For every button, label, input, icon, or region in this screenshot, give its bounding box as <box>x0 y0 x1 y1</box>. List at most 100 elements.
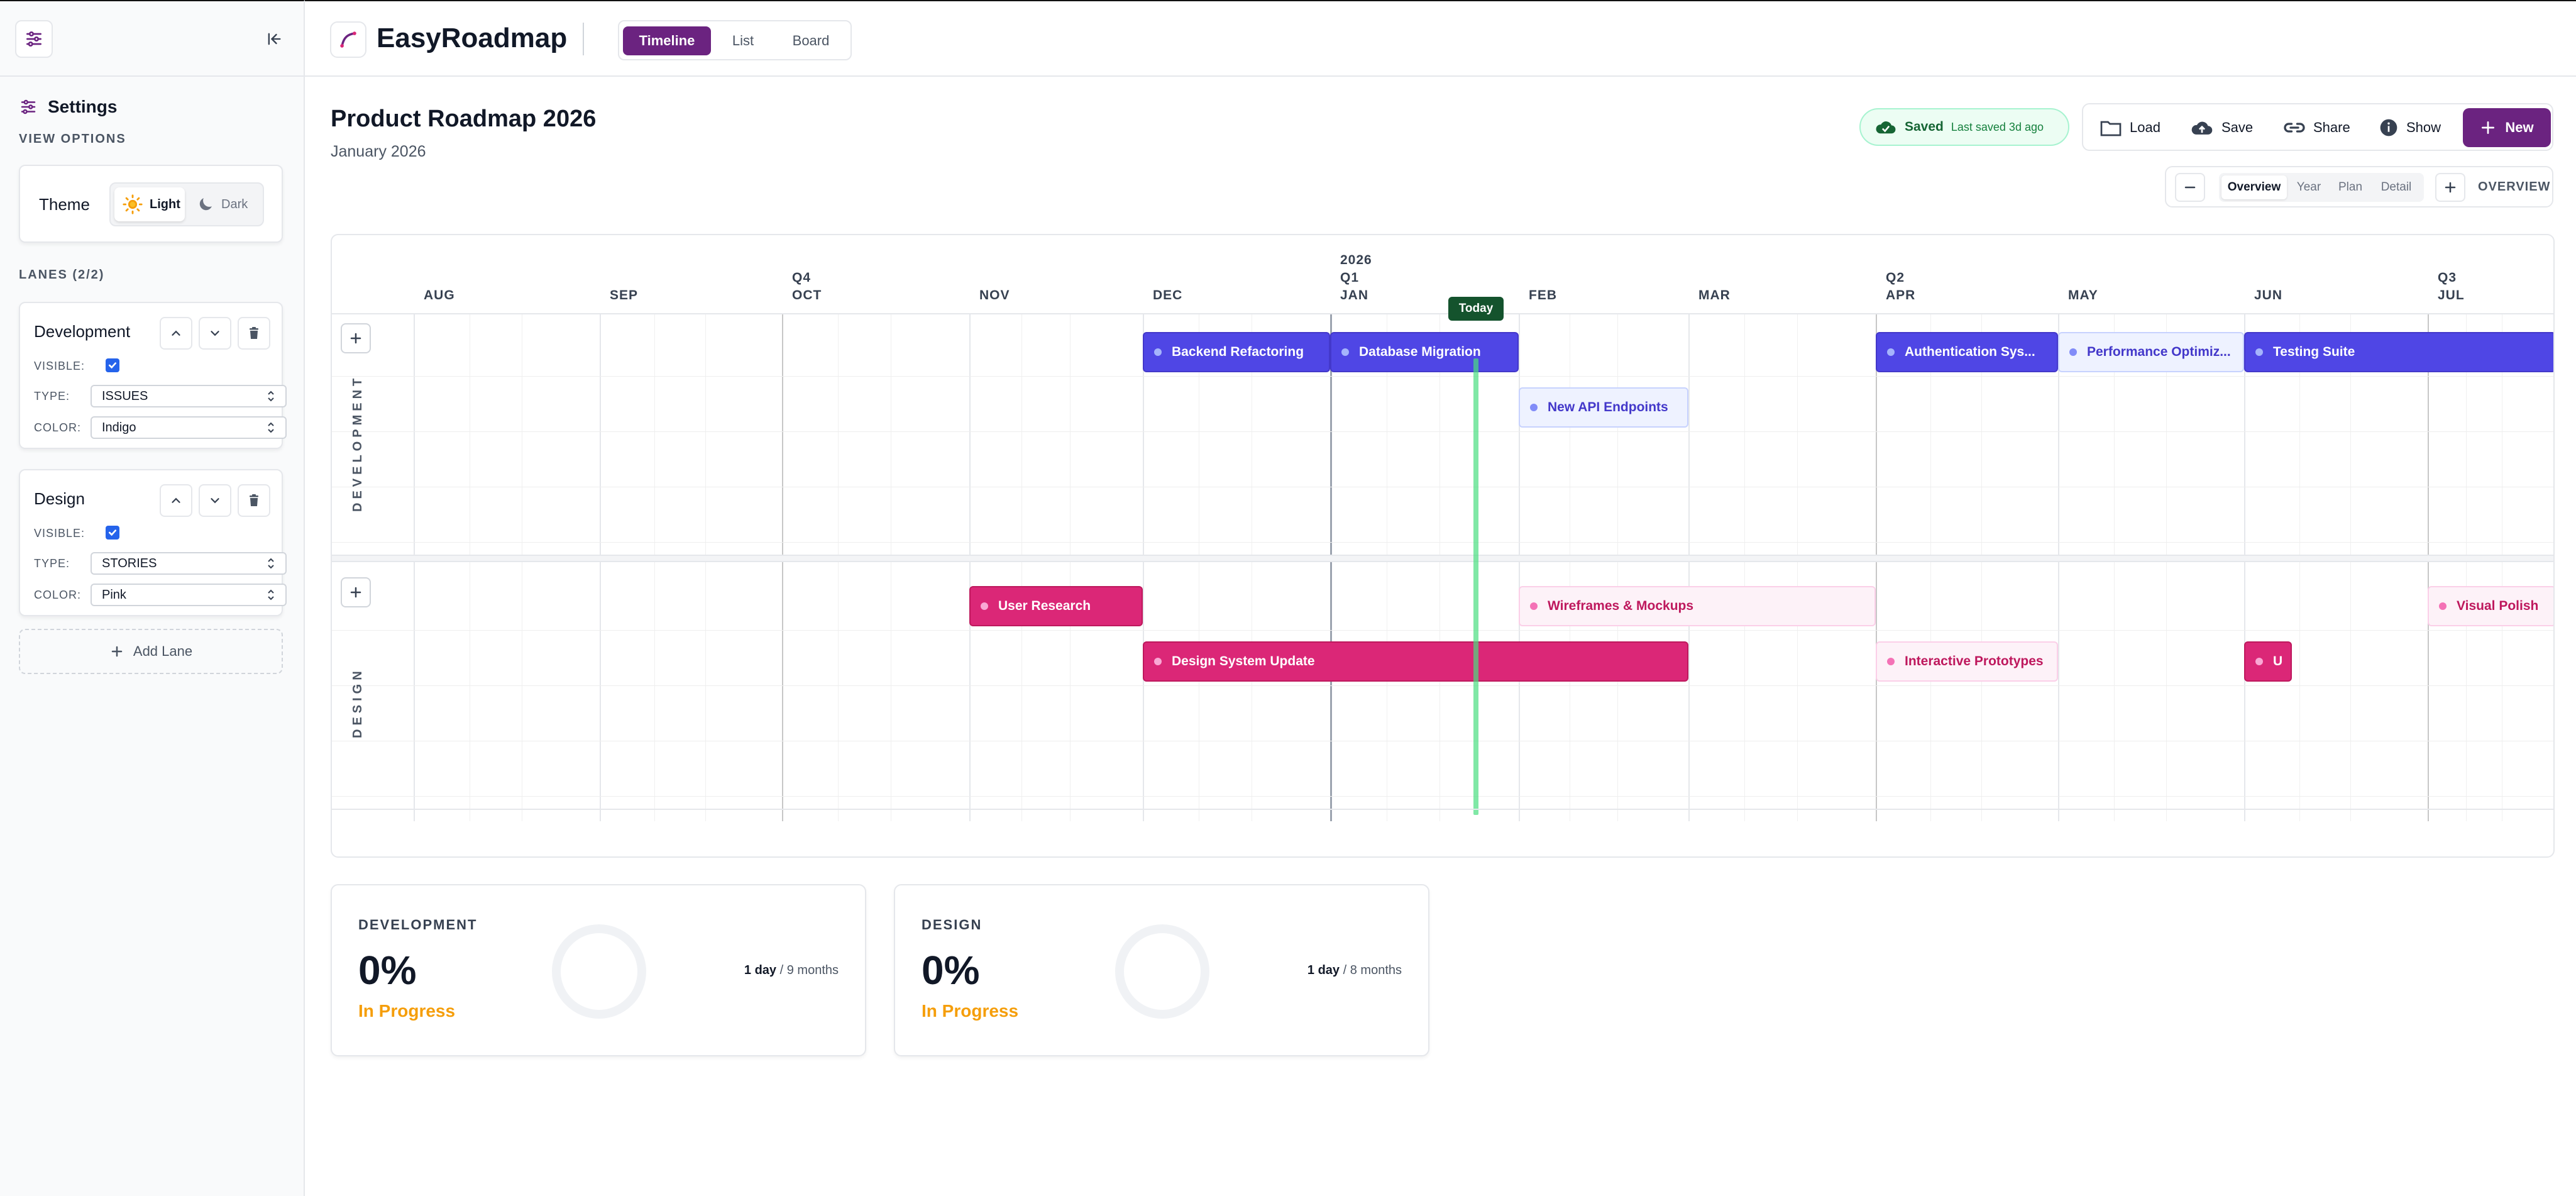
theme-label: Theme <box>39 195 90 214</box>
show-label: Show <box>2406 119 2441 135</box>
type-select[interactable]: STORIES <box>91 552 287 575</box>
share-button[interactable]: Share <box>2283 111 2350 145</box>
move-lane-down-button[interactable] <box>199 484 231 517</box>
sliders-icon <box>24 29 44 49</box>
plus-icon <box>2443 180 2458 195</box>
zoom-out-button[interactable] <box>2175 173 2205 202</box>
month-gridline <box>414 314 415 821</box>
chevron-up-icon <box>169 326 183 340</box>
app-title: EasyRoadmap <box>377 23 568 53</box>
sidebar: Settings VIEW OPTIONS Theme Light Dark L… <box>0 0 305 1196</box>
zoom-in-button[interactable] <box>2435 173 2465 202</box>
app-logo <box>330 21 366 58</box>
tab-timeline[interactable]: Timeline <box>623 26 711 55</box>
stat-lane-name: DEVELOPMENT <box>358 917 478 933</box>
roadmap-item-bar[interactable]: Wireframes & Mockups <box>1519 586 1876 626</box>
roadmap-item-bar[interactable]: Backend Refactoring <box>1143 332 1330 372</box>
roadmap-item-bar[interactable]: Testing Suite <box>2244 332 2553 372</box>
show-button[interactable]: Show <box>2379 111 2441 145</box>
minus-icon <box>2182 180 2198 195</box>
roadmap-item-bar[interactable]: Interactive Prototypes <box>1876 641 2058 682</box>
visible-checkbox[interactable] <box>106 358 119 372</box>
stat-duration: 1 day / 9 months <box>744 963 839 978</box>
zoom-year[interactable]: Year <box>2289 175 2328 199</box>
timeline: AUG SEP OCT NOV DEC JAN FEB MAR APR MAY JUN JUL Q4 Q1… <box>331 234 2555 858</box>
move-lane-down-button[interactable] <box>199 317 231 350</box>
add-item-design-button[interactable] <box>341 577 371 607</box>
chevron-down-icon <box>208 494 222 507</box>
lane-card-design: Design VISIBLE: TYPE: STORIES COLOR: Pin… <box>19 469 287 616</box>
item-status-dot <box>1341 348 1349 356</box>
item-status-dot <box>2255 348 2263 356</box>
roadmap-item-bar[interactable]: User Research <box>969 586 1143 626</box>
roadmap-item-bar[interactable]: New API Endpoints <box>1519 387 1688 428</box>
theme-dark-label: Dark <box>221 197 248 211</box>
stat-duration-total: / 9 months <box>776 963 839 977</box>
color-select[interactable]: Pink <box>91 584 287 606</box>
week-gridline <box>1021 314 1022 821</box>
item-title: Interactive Prototypes <box>1905 654 2044 668</box>
last-saved-text: Last saved 3d ago <box>1951 120 2044 133</box>
chevron-up-icon <box>169 494 183 507</box>
settings-toggle-button[interactable] <box>15 20 53 58</box>
visible-checkbox[interactable] <box>106 526 119 540</box>
stat-percent: 0% <box>358 948 417 993</box>
type-label: TYPE: <box>34 557 70 570</box>
folder-icon <box>2100 118 2122 137</box>
tab-list[interactable]: List <box>715 26 771 55</box>
delete-lane-button[interactable] <box>238 317 270 350</box>
lane-separator <box>332 555 2553 562</box>
collapse-sidebar-button[interactable] <box>263 28 285 50</box>
page-title: Product Roadmap 2026 <box>331 106 597 132</box>
move-lane-up-button[interactable] <box>160 317 192 350</box>
color-select[interactable]: Indigo <box>91 416 287 439</box>
load-button[interactable]: Load <box>2100 111 2160 145</box>
roadmap-item-bar[interactable]: Performance Optimiz... <box>2058 332 2244 372</box>
zoom-overview[interactable]: Overview <box>2221 175 2287 199</box>
new-label: New <box>2505 119 2534 135</box>
zoom-detail[interactable]: Detail <box>2372 175 2420 199</box>
week-gridline <box>1930 314 1931 821</box>
save-button[interactable]: Save <box>2190 111 2253 145</box>
collapse-left-icon <box>265 30 283 48</box>
item-title: Testing Suite <box>2273 345 2355 359</box>
lane-label-development: DEVELOPMENT <box>351 374 365 512</box>
plus-icon <box>348 585 363 600</box>
visible-label: VISIBLE: <box>34 360 85 372</box>
new-button[interactable]: New <box>2463 108 2551 147</box>
moon-icon <box>196 195 215 214</box>
theme-toggle: Light Dark <box>109 182 264 226</box>
stat-status: In Progress <box>358 1001 456 1021</box>
zoom-plan[interactable]: Plan <box>2331 175 2370 199</box>
saved-label: Saved <box>1905 119 1944 134</box>
row-gridline <box>332 796 2553 797</box>
move-lane-up-button[interactable] <box>160 484 192 517</box>
plus-icon <box>2480 119 2496 136</box>
month-gridline <box>600 314 601 821</box>
theme-light-option[interactable]: Light <box>114 187 185 221</box>
roadmap-item-bar[interactable]: Database Migration <box>1330 332 1519 372</box>
week-gridline <box>1439 314 1440 821</box>
theme-dark-option[interactable]: Dark <box>189 187 259 221</box>
tab-board[interactable]: Board <box>776 26 845 55</box>
sidebar-header <box>0 1 305 77</box>
roadmap-item-bar[interactable]: Design System Update <box>1143 641 1688 682</box>
quarter-label: Q3 <box>2438 270 2457 285</box>
month-gridline <box>969 314 971 821</box>
row-gridline <box>332 376 2553 377</box>
delete-lane-button[interactable] <box>238 484 270 517</box>
add-item-development-button[interactable] <box>341 323 371 353</box>
share-label: Share <box>2313 119 2350 135</box>
info-icon <box>2379 118 2399 138</box>
lane-name: Development <box>34 322 131 341</box>
month-label: SEP <box>610 288 639 302</box>
week-gridline <box>1070 314 1071 821</box>
roadmap-logo-icon <box>338 29 359 50</box>
roadmap-item-bar[interactable]: Authentication Sys... <box>1876 332 2058 372</box>
roadmap-item-bar[interactable]: U <box>2244 641 2292 682</box>
load-label: Load <box>2130 119 2160 135</box>
type-select[interactable]: ISSUES <box>91 385 287 407</box>
roadmap-item-bar[interactable]: Visual Polish <box>2428 586 2553 626</box>
add-lane-button[interactable]: Add Lane <box>19 629 283 674</box>
month-label: OCT <box>792 288 822 302</box>
